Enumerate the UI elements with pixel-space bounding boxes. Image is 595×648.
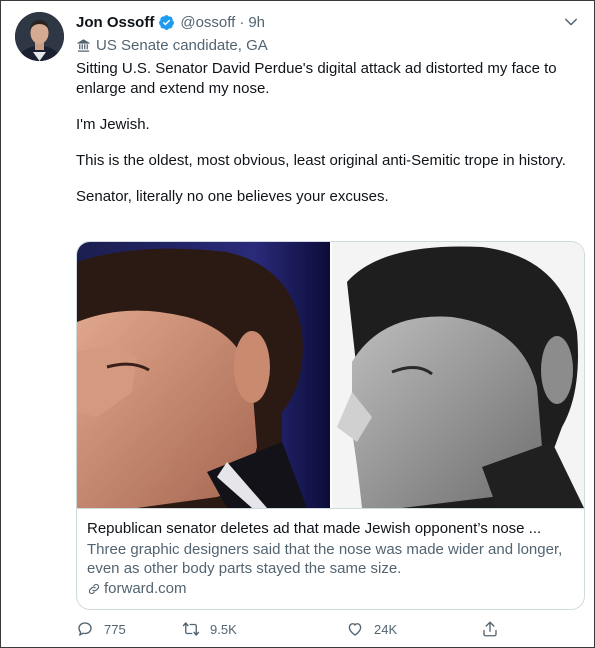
card-domain-text: forward.com bbox=[104, 580, 187, 597]
action-bar: 775 9.5K 24K bbox=[76, 617, 506, 641]
government-building-icon bbox=[77, 38, 90, 52]
chevron-down-icon[interactable] bbox=[562, 13, 580, 31]
account-label: US Senate candidate, GA bbox=[76, 35, 268, 55]
reply-count: 775 bbox=[104, 621, 126, 637]
tweet: Jon Ossoff @ossoff · 9h US Senate candid… bbox=[0, 0, 595, 648]
timestamp[interactable]: 9h bbox=[248, 14, 265, 31]
card-image-original bbox=[77, 242, 332, 508]
link-card[interactable]: Republican senator deletes ad that made … bbox=[76, 241, 585, 610]
tweet-paragraph: This is the oldest, most obvious, least … bbox=[76, 152, 566, 169]
card-body: Republican senator deletes ad that made … bbox=[77, 508, 584, 609]
author-name[interactable]: Jon Ossoff bbox=[76, 14, 154, 31]
card-images bbox=[77, 242, 584, 508]
retweet-button[interactable]: 9.5K bbox=[182, 617, 237, 641]
reply-icon bbox=[78, 622, 92, 636]
retweet-icon bbox=[182, 622, 200, 636]
verified-badge-icon bbox=[159, 14, 175, 30]
tweet-paragraph: I'm Jewish. bbox=[76, 116, 150, 133]
like-count: 24K bbox=[374, 621, 398, 637]
tweet-paragraph: Senator, literally no one believes your … bbox=[76, 188, 389, 205]
card-title: Republican senator deletes ad that made … bbox=[87, 520, 542, 537]
separator-dot: · bbox=[239, 13, 245, 31]
avatar[interactable] bbox=[15, 12, 64, 61]
card-description: Three graphic designers said that the no… bbox=[87, 541, 563, 577]
card-domain: forward.com bbox=[87, 579, 574, 598]
avatar-photo bbox=[15, 12, 64, 61]
share-icon bbox=[483, 621, 497, 637]
tweet-text: Sitting U.S. Senator David Perdue's digi… bbox=[76, 59, 584, 223]
like-button[interactable]: 24K bbox=[346, 617, 397, 641]
heart-icon bbox=[348, 623, 362, 636]
reply-button[interactable]: 775 bbox=[76, 617, 126, 641]
share-button[interactable] bbox=[481, 617, 509, 641]
card-image-distorted bbox=[332, 242, 584, 508]
tweet-header: Jon Ossoff @ossoff · 9h bbox=[76, 11, 580, 33]
link-icon bbox=[88, 583, 100, 594]
tweet-paragraph: Sitting U.S. Senator David Perdue's digi… bbox=[76, 60, 557, 97]
retweet-count: 9.5K bbox=[210, 621, 237, 637]
account-label-text: US Senate candidate, GA bbox=[96, 36, 268, 54]
author-handle[interactable]: @ossoff bbox=[180, 14, 235, 31]
